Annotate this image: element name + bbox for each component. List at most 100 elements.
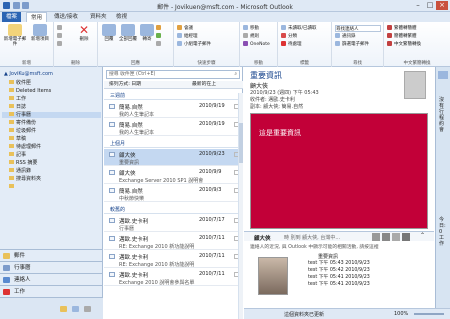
contact-avatar[interactable]	[372, 233, 380, 241]
group-header[interactable]: 三週前	[104, 93, 243, 100]
meeting-button[interactable]	[156, 25, 163, 32]
quickstep-to-manager[interactable]: 給經理	[177, 33, 198, 40]
folder-item[interactable]: 寄件備份	[9, 120, 36, 126]
nav-tasks-button[interactable]: 工作	[0, 285, 103, 297]
reply-all-button[interactable]: 全部回覆	[118, 24, 138, 42]
sort-by-label[interactable]: 排列方式: 日期	[109, 81, 141, 89]
scrollbar-thumb[interactable]	[239, 123, 243, 163]
minimize-button[interactable]: –	[412, 1, 424, 10]
more-icon	[156, 41, 161, 46]
category-icon	[281, 33, 286, 38]
rules-button[interactable]: 規則	[243, 33, 259, 40]
folder-item[interactable]: 日誌	[9, 104, 26, 110]
cc-recipients[interactable]: 顧大俠; 簡易.自然	[263, 104, 303, 110]
folder-item[interactable]: RSS 摘要	[9, 160, 37, 166]
nav-contacts-button[interactable]: 連絡人	[0, 273, 103, 285]
message-row[interactable]: 簡易.自然 2010/9/19 我的人生筆記本	[104, 119, 243, 136]
list-column-header[interactable]: 排列方式: 日期 最新的在上	[104, 81, 243, 89]
reply-button[interactable]: 回覆	[100, 24, 118, 42]
address-book-button[interactable]: 通訊錄	[335, 33, 356, 40]
activity-item[interactable]: test 下午 05:41 2010/9/23	[308, 273, 370, 280]
message-row[interactable]: 邁歐.史卡利 2010/7/17 行事曆	[104, 215, 243, 232]
nav-mail-button[interactable]: 郵件	[0, 249, 103, 261]
tab-view[interactable]: 檢視	[112, 12, 131, 22]
todo-bar[interactable]: 沒有行程約會 今日: 0 工作	[435, 67, 450, 308]
folder-item[interactable]: 搜尋資料夾	[9, 176, 41, 182]
activity-item[interactable]: test 下午 05:43 2010/9/23	[308, 259, 370, 266]
move-button[interactable]: 移動	[243, 25, 259, 32]
reading-pane: 重要資訊 顧大俠 2010/9/23 (週四) 下午 05:43 收件者: 邁歐…	[244, 67, 434, 319]
activity-item[interactable]: test 下午 05:42 2010/9/23	[308, 266, 370, 273]
folder-item[interactable]: 記事	[9, 152, 26, 158]
account-header[interactable]: ▲ JoviKu@msft.com	[4, 71, 53, 77]
folder-item[interactable]: 工作	[9, 96, 26, 102]
group-delete: ✕ 刪除 刪除	[54, 22, 98, 67]
configure-icon[interactable]	[84, 306, 91, 312]
new-items-icon	[33, 24, 47, 36]
activity-item[interactable]: test 下午 05:41 2010/9/23	[308, 280, 370, 287]
folder-list-icon[interactable]	[60, 306, 67, 312]
quickstep-team-email[interactable]: 小組電子郵件	[177, 41, 211, 48]
group-header[interactable]: 較舊的	[104, 207, 243, 214]
quickstep-meeting[interactable]: 會議	[177, 25, 193, 32]
people-pane-note[interactable]: 連絡人的近況, 與 Outlook 中顯示可能的相關活動, 請按這裡	[250, 243, 428, 250]
nav-calendar-button[interactable]: 行事曆	[0, 261, 103, 273]
delete-button[interactable]: ✕ 刪除	[72, 24, 96, 42]
new-email-button[interactable]: 新增電子郵件	[2, 24, 28, 47]
message-row[interactable]: 簡易.自然 2010/9/3 中秋節快樂	[104, 185, 243, 202]
contact-avatar[interactable]	[402, 233, 410, 241]
group-header[interactable]: 上個月	[104, 141, 243, 148]
folder-icon	[9, 80, 14, 84]
ignore-button[interactable]	[57, 25, 64, 32]
message-row-selected[interactable]: 顧大俠 2010/9/23 重要資訊	[104, 149, 243, 166]
contact-avatar[interactable]	[392, 233, 400, 241]
close-button[interactable]: ×	[436, 1, 448, 10]
folder-item[interactable]: 草稿	[9, 136, 26, 142]
people-pane-name[interactable]: 顧大俠	[254, 234, 271, 242]
zoom-slider[interactable]	[414, 313, 444, 315]
folder-item[interactable]	[9, 184, 16, 190]
to-simplified-button[interactable]: 繁體轉簡體	[387, 25, 417, 32]
list-scrollbar[interactable]	[238, 93, 243, 319]
folder-item[interactable]: 垃圾郵件	[9, 128, 36, 134]
notes-icon[interactable]	[72, 306, 79, 312]
unread-read-button[interactable]: 未讀取/已讀取	[281, 25, 317, 32]
search-input[interactable]: 搜尋 收件匣 (Ctrl+E) ⌕	[106, 70, 240, 79]
folder-icon	[9, 168, 14, 172]
tab-file[interactable]: 檔案	[2, 12, 22, 22]
folder-item[interactable]: Deleted Items	[9, 88, 51, 94]
contact-avatar[interactable]	[382, 233, 390, 241]
filter-email-button[interactable]: 篩選電子郵件	[335, 41, 369, 48]
junk-button[interactable]	[57, 41, 64, 48]
message-date: 2010/9/9	[199, 169, 222, 175]
maximize-button[interactable]: □	[424, 1, 436, 10]
tab-send-receive[interactable]: 傳送/接收	[50, 12, 82, 22]
chinese-conversion-button[interactable]: 中文繁簡轉換	[387, 41, 421, 48]
folder-item[interactable]: 待處理郵件	[9, 144, 41, 150]
sort-order-label[interactable]: 最新的在上	[192, 81, 216, 89]
find-contact-input[interactable]: 尋找連絡人	[335, 25, 381, 32]
forward-button[interactable]: 轉寄	[138, 24, 156, 42]
search-icon[interactable]: ⌕	[234, 71, 237, 78]
message-row[interactable]: 邁歐.史卡利 2010/7/11 RE: Exchange 2010 新功能說明	[104, 251, 243, 268]
follow-up-button[interactable]: 待處理	[281, 41, 302, 48]
expand-todo-icon[interactable]	[438, 71, 448, 79]
folder-item[interactable]: 收件匣	[9, 80, 31, 86]
collapse-icon[interactable]: ⌃	[420, 232, 425, 239]
message-row[interactable]: 邁歐.史卡利 2010/7/11 Exchange 2010 說明會參與名單	[104, 269, 243, 286]
cleanup-button[interactable]	[57, 33, 64, 40]
tab-home[interactable]: 常用	[26, 12, 48, 22]
message-row[interactable]: 邁歐.史卡利 2010/7/11 RE: Exchange 2010 新功能說明	[104, 233, 243, 250]
tab-folder[interactable]: 資料夾	[86, 12, 111, 22]
folder-item-selected[interactable]: 行事曆	[2, 112, 101, 118]
onenote-button[interactable]: OneNote	[243, 41, 270, 48]
more-button[interactable]	[156, 41, 163, 48]
envelope-icon	[109, 152, 115, 157]
categorize-button[interactable]: 分類	[281, 33, 297, 40]
message-row[interactable]: 簡易.自然 2010/9/19 我的人生筆記本	[104, 101, 243, 118]
im-button[interactable]	[156, 33, 163, 40]
to-traditional-button[interactable]: 簡體轉繁體	[387, 33, 417, 40]
folder-item[interactable]: 通訊錄	[9, 168, 31, 174]
new-items-button[interactable]: 新增項目	[28, 24, 52, 42]
message-row[interactable]: 顧大俠 2010/9/9 Exchange Server 2010 SP1 說明…	[104, 167, 243, 184]
